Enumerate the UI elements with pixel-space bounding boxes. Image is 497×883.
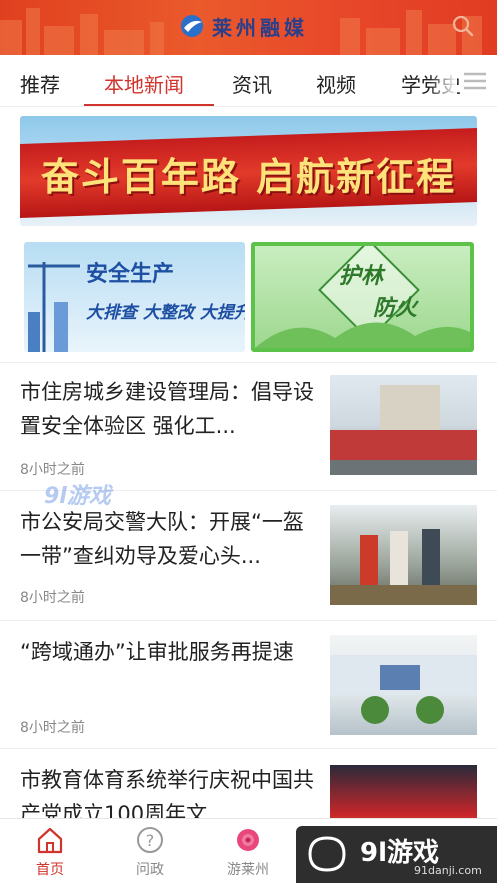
app-header: 莱州融媒 [0, 0, 497, 55]
home-icon [37, 827, 63, 854]
main-banner[interactable]: 奋斗百年路 启航新征程 [20, 116, 477, 226]
question-icon: ? [137, 827, 163, 853]
list-item[interactable]: “跨域通办”让审批服务再提速 8小时之前 [0, 620, 497, 748]
logo-mark-icon [181, 15, 203, 37]
app-logo: 莱州融媒 [178, 10, 308, 42]
active-tab-indicator [84, 104, 214, 106]
category-tabs: 推荐 本地新闻 资讯 视频 学党史 [0, 55, 497, 107]
menu-icon[interactable] [461, 69, 489, 93]
forest-fire-tile[interactable]: 护林 防火 [251, 242, 474, 352]
office-image-icon [330, 655, 477, 724]
svg-text:?: ? [146, 831, 155, 850]
news-thumbnail [330, 375, 477, 475]
news-time: 8小时之前 [20, 590, 85, 606]
news-time: 8小时之前 [20, 720, 85, 736]
app-name: 莱州融媒 [212, 15, 308, 40]
people-image-icon [330, 529, 477, 605]
news-thumbnail [330, 635, 477, 735]
nav-tour-label: 游莱州 [227, 862, 269, 878]
crane-icon [28, 262, 80, 352]
tab-info[interactable]: 资讯 [232, 69, 272, 98]
game-watermark: 9l游戏 [44, 484, 111, 509]
tile-left-title: 安全生产 [86, 262, 175, 287]
nav-home[interactable]: 首页 [20, 825, 80, 879]
banner-text: 奋斗百年路 启航新征程 [40, 155, 457, 199]
tile-left-subtitle: 大排查 大整改 大提升 [86, 303, 245, 323]
watermark-logo-icon [308, 836, 346, 872]
nav-ask-label: 问政 [136, 862, 164, 878]
tabs-fade [429, 55, 457, 105]
corner-watermark: 9l游戏 91danji.com [296, 826, 497, 883]
flower-icon [237, 829, 259, 851]
nav-home-label: 首页 [36, 862, 64, 878]
building-image-icon [330, 385, 477, 475]
tile-right-line1: 护林 [339, 264, 384, 289]
nav-ask[interactable]: ? 问政 [120, 825, 180, 879]
list-item[interactable]: 市住房城乡建设管理局：倡导设置安全体验区 强化工... 8小时之前 [0, 362, 497, 490]
search-icon[interactable] [451, 14, 475, 38]
nav-tour[interactable]: 游莱州 [218, 825, 278, 879]
list-item[interactable]: 市教育体育系统举行庆祝中国共产党成立100周年文... [0, 748, 497, 865]
corner-watermark-url: 91danji.com [414, 864, 482, 877]
tab-recommend[interactable]: 推荐 [20, 69, 60, 98]
tab-video[interactable]: 视频 [316, 69, 356, 98]
news-title: 市住房城乡建设管理局：倡导设置安全体验区 强化工... [20, 380, 314, 438]
hills-decoration [255, 322, 470, 348]
news-time: 8小时之前 [20, 462, 85, 478]
news-title: “跨域通办”让审批服务再提速 [20, 640, 294, 664]
news-thumbnail [330, 505, 477, 605]
safety-production-tile[interactable]: 安全生产 大排查 大整改 大提升 [24, 242, 245, 352]
news-title: 市公安局交警大队：开展“一盔一带”查纠劝导及爱心头... [20, 510, 304, 568]
tab-local-news[interactable]: 本地新闻 [104, 69, 184, 98]
